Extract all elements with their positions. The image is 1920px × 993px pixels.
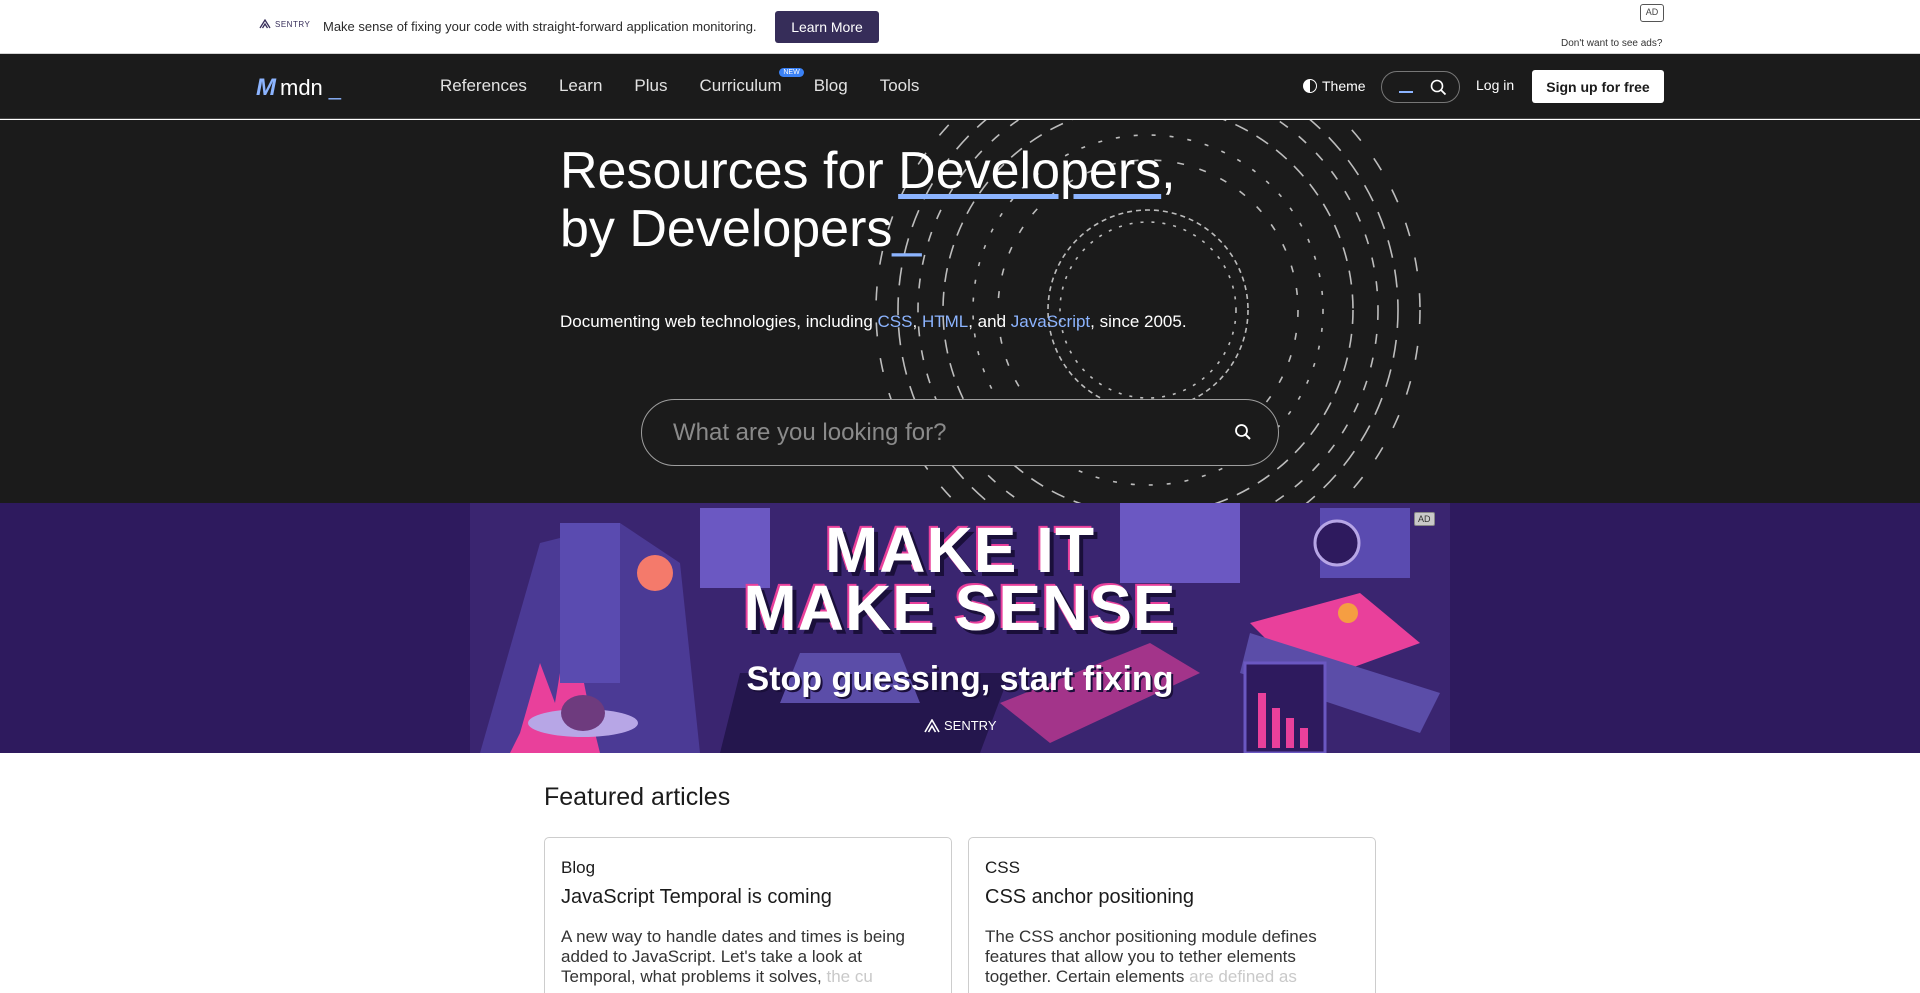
nav-item-blog[interactable]: Blog [814, 76, 848, 96]
html-link[interactable]: HTML [922, 312, 968, 331]
nav-item-curriculum-label: Curriculum [699, 76, 782, 95]
sentry-icon [259, 19, 271, 29]
article-category[interactable]: CSS [985, 858, 1359, 878]
article-title[interactable]: CSS anchor positioning [985, 886, 1359, 909]
article-description: A new way to handle dates and times is b… [561, 927, 935, 987]
hero-title-cursor: _ [892, 200, 922, 258]
signup-button[interactable]: Sign up for free [1532, 70, 1664, 103]
mdn-m-icon: M [256, 74, 276, 101]
new-badge: NEW [779, 68, 804, 77]
hero-title-d: by Developers [560, 200, 893, 258]
sentry-icon [924, 718, 940, 732]
hero-sub-text: Documenting web technologies, including [560, 312, 878, 331]
featured-heading: Featured articles [544, 783, 731, 811]
hero-title-a: Resources for [560, 142, 899, 200]
sentry-brand: SENTRY [275, 19, 311, 29]
nav-item-learn[interactable]: Learn [559, 76, 602, 96]
learn-more-button[interactable]: Learn More [775, 11, 879, 43]
hero-title: Resources for Developers, by Developers_ [560, 142, 1176, 258]
brand-cursor: _ [328, 75, 342, 100]
theme-label: Theme [1322, 78, 1366, 94]
article-card[interactable]: Blog JavaScript Temporal is coming A new… [544, 837, 952, 993]
hero-sub-sep1: , [912, 312, 922, 331]
login-link[interactable]: Log in [1476, 77, 1514, 93]
banner-line2: MAKE SENSE [743, 572, 1177, 644]
hero-sub-sep2: , and [968, 312, 1011, 331]
nav-search-button[interactable] [1381, 71, 1460, 103]
article-desc-fade: the cu [826, 967, 873, 986]
banner-ad[interactable]: MAKE IT MAKE SENSE Stop guessing, start … [0, 503, 1920, 753]
css-link[interactable]: CSS [878, 312, 913, 331]
hero-title-developers-link[interactable]: Developers [898, 142, 1161, 200]
banner-ad-badge[interactable]: AD [1414, 512, 1435, 526]
nav-item-plus[interactable]: Plus [634, 76, 667, 96]
mdn-logo[interactable]: M mdn _ [256, 74, 341, 102]
hero-search-icon[interactable] [1234, 423, 1252, 441]
article-description: The CSS anchor positioning module define… [985, 927, 1359, 987]
ad-message[interactable]: Make sense of fixing your code with stra… [323, 19, 757, 34]
hero-search-box [641, 399, 1279, 466]
hero-subtitle: Documenting web technologies, including … [560, 312, 1187, 332]
article-category[interactable]: Blog [561, 858, 935, 878]
article-desc-fade: are defined as [1189, 967, 1297, 986]
theme-icon [1303, 79, 1317, 93]
hero-section: Resources for Developers, by Developers_… [0, 120, 1920, 503]
hero-search-input[interactable] [673, 417, 1213, 449]
search-cursor [1399, 91, 1413, 93]
main-nav: M mdn _ References Learn Plus Curriculum N… [0, 54, 1920, 119]
hero-title-comma: , [1161, 142, 1176, 200]
nav-item-references[interactable]: References [440, 76, 527, 96]
nav-menu: References Learn Plus Curriculum NEW Blog… [440, 68, 920, 96]
banner-tagline: Stop guessing, start fixing [746, 660, 1174, 698]
banner-sentry-text: SENTRY [944, 718, 997, 733]
nav-item-curriculum[interactable]: Curriculum NEW [699, 68, 804, 96]
article-card[interactable]: CSS CSS anchor positioning The CSS ancho… [968, 837, 1376, 993]
banner-sentry-logo: SENTRY [924, 718, 997, 733]
mdn-brand-text: mdn [280, 75, 323, 100]
theme-toggle[interactable]: Theme [1303, 78, 1366, 94]
javascript-link[interactable]: JavaScript [1011, 312, 1090, 331]
top-ad-bar: SENTRY Make sense of fixing your code wi… [0, 0, 1920, 54]
search-icon [1430, 79, 1447, 96]
article-title[interactable]: JavaScript Temporal is coming [561, 886, 935, 909]
no-ads-link[interactable]: Don't want to see ads? [1561, 38, 1662, 49]
hero-sub-end: , since 2005. [1090, 312, 1187, 331]
ad-badge[interactable]: AD [1640, 4, 1664, 22]
banner-headline: MAKE IT MAKE SENSE [0, 514, 1920, 644]
featured-articles-section: Featured articles Blog JavaScript Tempor… [0, 753, 1920, 993]
nav-item-tools[interactable]: Tools [880, 76, 920, 96]
banner-line1: MAKE IT [824, 514, 1096, 586]
sentry-logo[interactable]: SENTRY [259, 19, 310, 29]
